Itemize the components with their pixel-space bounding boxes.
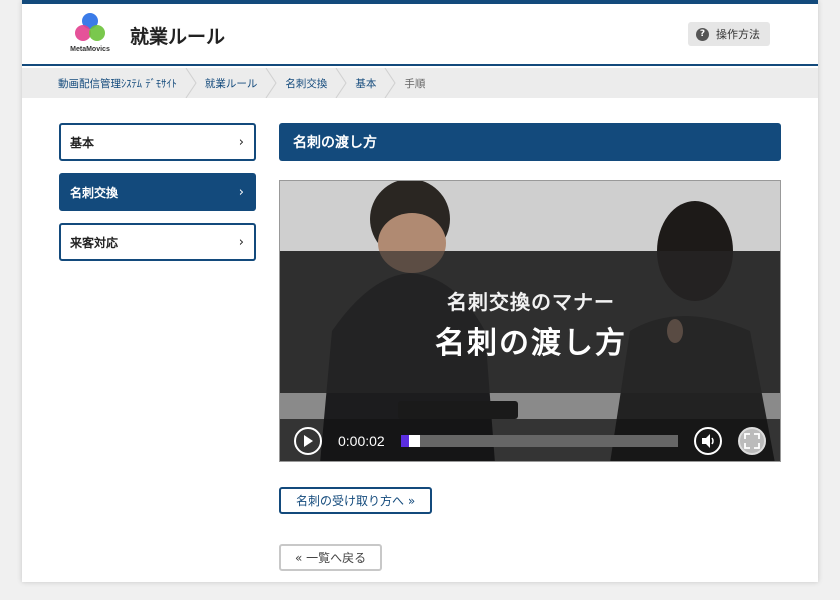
breadcrumb-item-current: 手順 bbox=[404, 77, 426, 90]
question-icon: ? bbox=[696, 27, 709, 41]
sidebar-item-label: 名刺交換 bbox=[70, 185, 119, 200]
page-heading: 名刺の渡し方 bbox=[279, 123, 781, 161]
speaker-icon bbox=[702, 434, 714, 448]
video-overlay-title: 名刺の渡し方 bbox=[435, 326, 627, 361]
site-title: 就業ルール bbox=[130, 26, 226, 48]
sidebar: 基本 › 名刺交換 › 来客対応 › bbox=[59, 123, 256, 273]
fullscreen-button[interactable] bbox=[738, 427, 766, 455]
progress-buffer bbox=[409, 435, 421, 447]
logo-circles-icon bbox=[75, 13, 105, 41]
main-content: 名刺の渡し方 名刺交換のマナー 名刺の渡し方 0:00:02 名刺の受け取り方へ… bbox=[279, 123, 781, 571]
play-button[interactable] bbox=[294, 427, 322, 455]
sidebar-item-reception[interactable]: 来客対応 › bbox=[59, 223, 256, 261]
help-label: 操作方法 bbox=[716, 28, 760, 41]
video-time: 0:00:02 bbox=[338, 433, 385, 449]
page: MetaMovics 就業ルール ? 操作方法 動画配信管理ｼｽﾃﾑ ﾃﾞﾓｻｲ… bbox=[22, 0, 818, 582]
header: MetaMovics 就業ルール ? 操作方法 bbox=[22, 4, 818, 66]
next-lesson-button[interactable]: 名刺の受け取り方へ » bbox=[279, 487, 433, 514]
volume-button[interactable] bbox=[694, 427, 722, 455]
breadcrumb-chevron-icon bbox=[177, 68, 205, 98]
progress-fill bbox=[401, 435, 410, 447]
breadcrumb: 動画配信管理ｼｽﾃﾑ ﾃﾞﾓｻｲﾄ 就業ルール 名刺交換 基本 手順 bbox=[22, 68, 818, 98]
breadcrumb-chevron-icon bbox=[376, 68, 404, 98]
video-overlay-subtitle: 名刺交換のマナー bbox=[447, 290, 615, 314]
breadcrumb-item-basic[interactable]: 基本 bbox=[355, 76, 376, 91]
breadcrumb-item-home[interactable]: 動画配信管理ｼｽﾃﾑ ﾃﾞﾓｻｲﾄ bbox=[58, 76, 177, 91]
sidebar-item-label: 基本 bbox=[70, 135, 95, 150]
fullscreen-icon bbox=[744, 433, 760, 449]
breadcrumb-item-rules[interactable]: 就業ルール bbox=[205, 76, 258, 91]
video-player[interactable]: 名刺交換のマナー 名刺の渡し方 0:00:02 bbox=[279, 180, 781, 462]
logo-text: MetaMovics bbox=[70, 46, 110, 53]
chevron-right-icon: › bbox=[238, 134, 244, 150]
logo[interactable]: MetaMovics bbox=[68, 12, 112, 58]
chevron-right-icon: › bbox=[238, 234, 244, 250]
breadcrumb-item-card-exchange[interactable]: 名刺交換 bbox=[285, 76, 327, 91]
back-to-list-button[interactable]: « 一覧へ戻る bbox=[279, 544, 383, 571]
sidebar-item-card-exchange[interactable]: 名刺交換 › bbox=[59, 173, 256, 211]
chevron-right-icon: › bbox=[238, 184, 244, 200]
video-controls: 0:00:02 bbox=[280, 419, 780, 461]
sidebar-item-label: 来客対応 bbox=[70, 235, 119, 250]
help-button[interactable]: ? 操作方法 bbox=[688, 22, 770, 46]
sidebar-item-basic[interactable]: 基本 › bbox=[59, 123, 256, 161]
video-progress-bar[interactable] bbox=[401, 435, 678, 447]
play-icon bbox=[304, 435, 313, 447]
breadcrumb-chevron-icon bbox=[257, 68, 285, 98]
breadcrumb-chevron-icon bbox=[327, 68, 355, 98]
